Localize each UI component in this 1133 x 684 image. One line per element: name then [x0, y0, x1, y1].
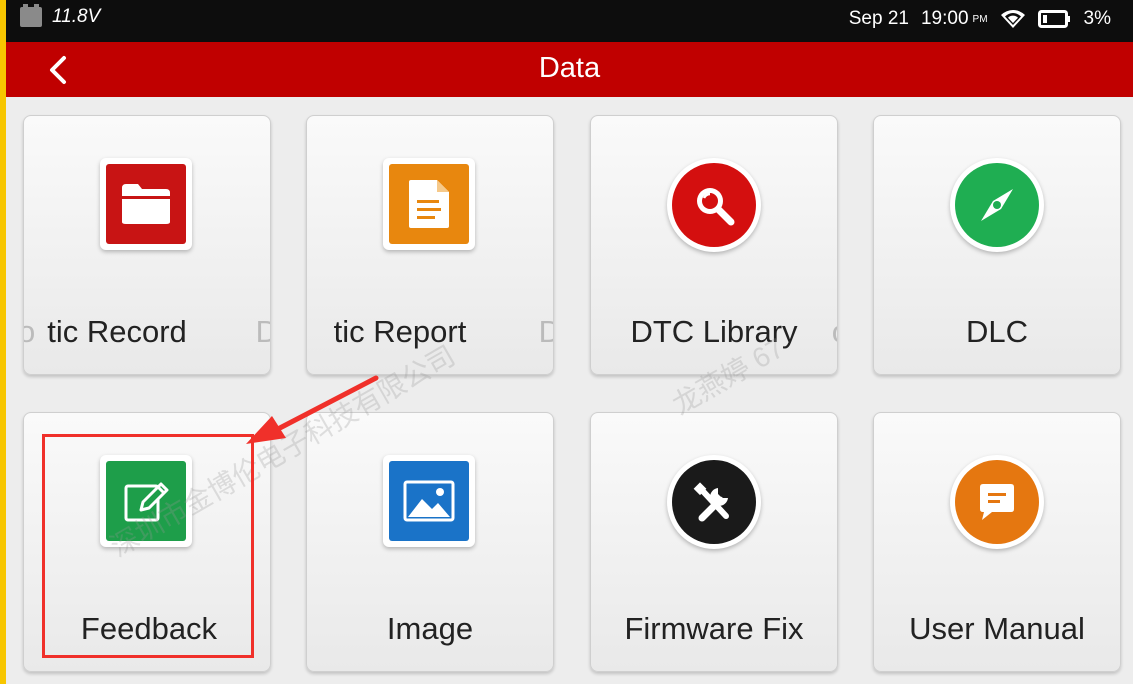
tile-diagnostic-report[interactable]: D tic Report	[306, 115, 554, 375]
tile-user-manual[interactable]: User Manual	[873, 412, 1121, 672]
tile-dlc[interactable]: DLC	[873, 115, 1121, 375]
title-bar: Data	[6, 42, 1133, 97]
tile-label: DTC Library	[630, 314, 798, 349]
tile-label: User Manual	[909, 611, 1085, 646]
tile-label: Image	[386, 611, 474, 646]
tile-dtc-library[interactable]: o DTC Library	[590, 115, 838, 375]
status-ampm: PM	[972, 13, 988, 25]
battery-percent: 3%	[1083, 8, 1111, 29]
image-icon	[383, 455, 475, 547]
status-right: Sep 21 19:00 PM 3%	[849, 8, 1111, 30]
highlight-box	[42, 434, 254, 658]
status-date: Sep 21	[848, 8, 909, 29]
status-bar: 11.8V Sep 21 19:00 PM 3%	[6, 0, 1133, 42]
tile-label: Firmware Fix	[624, 611, 804, 646]
tile-label: tic Report	[333, 314, 467, 349]
status-left: 11.8V	[20, 4, 101, 28]
tablet-screen: 11.8V Sep 21 19:00 PM 3% Data tic Record…	[6, 0, 1133, 684]
status-time: 19:00	[920, 8, 969, 29]
tile-label: DLC	[965, 314, 1028, 349]
folder-icon	[100, 158, 192, 250]
voltage-readout: 11.8V	[52, 6, 101, 27]
page-title: Data	[538, 52, 601, 84]
tile-firmware-fix[interactable]: Firmware Fix	[590, 412, 838, 672]
car-battery-icon	[20, 4, 42, 27]
search-icon	[667, 158, 761, 252]
tile-diagnostic-record[interactable]: o D tic Record	[23, 115, 271, 375]
document-icon	[383, 158, 475, 250]
message-icon	[950, 455, 1044, 549]
wifi-icon	[1000, 10, 1025, 28]
battery-icon	[1037, 10, 1070, 28]
compass-icon	[950, 158, 1044, 252]
annotation-arrow-icon	[246, 375, 379, 444]
tile-label: tic Record	[47, 314, 187, 349]
tools-icon	[667, 455, 761, 549]
